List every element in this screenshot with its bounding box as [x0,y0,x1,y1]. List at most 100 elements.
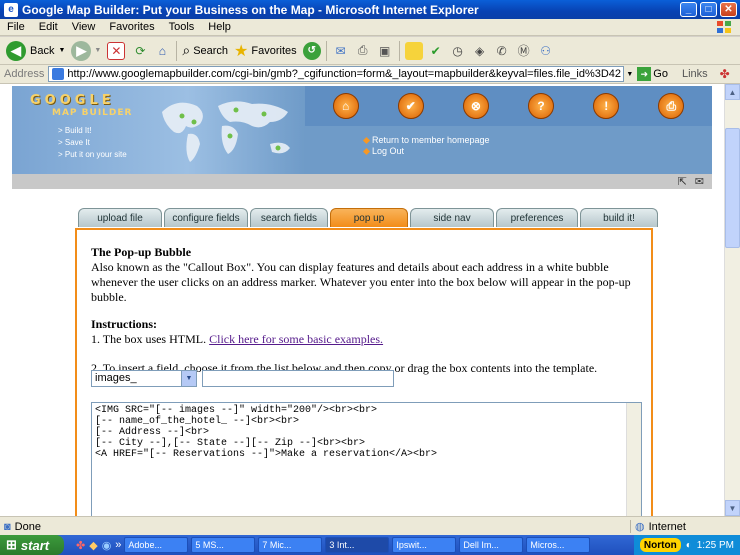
task-ipswitch[interactable]: Ipswit... [392,537,457,553]
field-value-input[interactable] [202,370,394,387]
history-icon[interactable]: ↺ [302,41,321,60]
menu-edit[interactable]: Edit [32,21,65,33]
logo-line-2: MAP BUILDER [52,108,133,118]
tab-configure-fields[interactable]: configure fields [164,208,248,227]
scroll-thumb[interactable] [725,128,740,248]
back-button[interactable]: ◀ Back ▼ [6,40,65,61]
status-text: Done [14,520,41,533]
tab-side-nav[interactable]: side nav [410,208,494,227]
menu-view[interactable]: View [65,21,103,33]
bookmark-icon[interactable]: ⇱ [678,175,687,188]
task-dell[interactable]: Dell Im... [459,537,524,553]
scroll-down-icon[interactable]: ▼ [725,500,740,516]
menu-favorites[interactable]: Favorites [102,21,161,33]
home-icon[interactable]: ⌂ [153,42,171,60]
member-home-link[interactable]: Return to member homepage [362,135,490,145]
task-ms[interactable]: 5 MS... [191,537,256,553]
search-button[interactable]: ⌕ Search [182,42,228,59]
clock-icon[interactable]: ◷ [449,42,467,60]
cancel-icon[interactable]: ⊗ [462,93,489,119]
tagline-save: > Save It [58,138,90,147]
status-bar: ◙ Done ◍ Internet [0,516,740,536]
scroll-up-icon[interactable]: ▲ [725,84,740,100]
tab-bar: upload file configure fields search fiel… [78,208,660,227]
alert-icon[interactable]: ! [593,93,620,119]
tab-build-it[interactable]: build it! [580,208,658,227]
address-input[interactable]: http://www.googlemapbuilder.com/cgi-bin/… [48,66,625,82]
help-icon[interactable]: ? [528,93,555,119]
toolbar-extension-icon[interactable]: ✤ [720,67,730,81]
menu-file[interactable]: File [0,21,32,33]
stop-icon[interactable]: ✕ [107,41,126,60]
page-scrollbar[interactable]: ▲ ▼ [724,84,740,516]
tab-preferences[interactable]: preferences [496,208,578,227]
bullet-icon [362,147,371,156]
quicklaunch-icon[interactable]: ◆ [89,539,97,552]
step-1: 1. The box uses HTML. Click here for som… [91,332,641,347]
minimize-button[interactable]: _ [680,2,697,17]
panel-intro: Also known as the "Callout Box". You can… [91,260,631,304]
examples-link[interactable]: Click here for some basic examples. [209,332,383,346]
tab-search-fields[interactable]: search fields [250,208,328,227]
print-icon[interactable]: ⎙ [354,42,372,60]
task-mic[interactable]: 7 Mic... [258,537,323,553]
system-tray: Norton ◐ 1:25 PM [633,535,740,555]
task-adobe[interactable]: Adobe... [124,537,189,553]
tab-pop-up[interactable]: pop up [330,208,408,227]
address-dropdown-icon[interactable]: ▼ [626,71,633,78]
toolbar-separator [325,40,327,61]
favorites-label: Favorites [251,44,297,57]
address-label: Address [4,68,45,80]
field-select[interactable]: images_ ▼ [91,370,197,387]
back-label: Back [30,44,55,57]
task-int[interactable]: 3 Int... [325,537,390,553]
maximize-button[interactable]: □ [700,2,717,17]
print-icon[interactable]: ⎙ [658,93,685,119]
address-url: http://www.googlemapbuilder.com/cgi-bin/… [67,68,622,80]
go-arrow-icon: ➜ [637,67,652,81]
links-button[interactable]: Links [682,68,708,80]
favorites-button[interactable]: ★ Favorites [234,41,297,61]
logout-link[interactable]: Log Out [362,146,490,156]
star-icon: ★ [234,42,249,60]
mail-icon[interactable]: ✉ [695,175,704,188]
chevron-down-icon: ▼ [94,47,102,54]
member-links: Return to member homepage Log Out [362,135,490,157]
standard-toolbar: ◀ Back ▼ ▶ ▼ ✕ ⟳ ⌂ ⌕ Search ★ Favorites … [0,37,740,65]
home-icon[interactable]: ⌂ [332,93,359,119]
site-banner: GOOGLE MAP BUILDER > Build It! > Save It… [12,86,712,174]
edit-icon[interactable]: ▣ [376,42,394,60]
task-label: Micros... [530,540,565,550]
zone-label: Internet [648,520,686,533]
forward-button[interactable]: ▶ ▼ [71,40,102,61]
title-bar: e Google Map Builder: Put your Business … [0,0,740,19]
go-button[interactable]: ➜ Go [637,67,668,81]
badge-icon[interactable]: ◈ [471,42,489,60]
field-select-value: images_ [95,372,137,384]
chat-icon[interactable]: ✆ [493,42,511,60]
menu-tools[interactable]: Tools [162,21,202,33]
messenger-icon[interactable]: Ⓜ [515,42,533,60]
clock: 1:25 PM [696,539,734,551]
menu-help[interactable]: Help [201,21,238,33]
people-icon[interactable]: ⚇ [537,42,555,60]
quicklaunch-icon[interactable]: ✤ [76,539,85,552]
norton-icon[interactable]: Norton [639,538,681,552]
check-icon[interactable]: ✔ [397,93,424,119]
world-map-image [162,101,290,162]
quicklaunch-icon[interactable]: ◉ [102,539,112,552]
toolbar-separator [176,40,178,61]
note-icon[interactable] [404,41,423,60]
address-bar: Address http://www.googlemapbuilder.com/… [0,65,740,84]
quicklaunch-icon[interactable]: » [115,539,121,551]
template-textarea[interactable]: <IMG SRC="[-- images --]" width="200"/><… [91,402,642,516]
tab-upload-file[interactable]: upload file [78,208,162,227]
refresh-icon[interactable]: ⟳ [131,42,149,60]
tray-icon[interactable]: ◐ [686,540,692,551]
check-icon[interactable]: ✔ [427,42,445,60]
close-button[interactable]: ✕ [720,2,737,17]
mail-icon[interactable]: ✉ [332,42,350,60]
task-micros[interactable]: Micros... [526,537,591,553]
start-button[interactable]: ⊞ start [0,535,64,555]
textarea-scrollbar[interactable] [626,403,641,516]
